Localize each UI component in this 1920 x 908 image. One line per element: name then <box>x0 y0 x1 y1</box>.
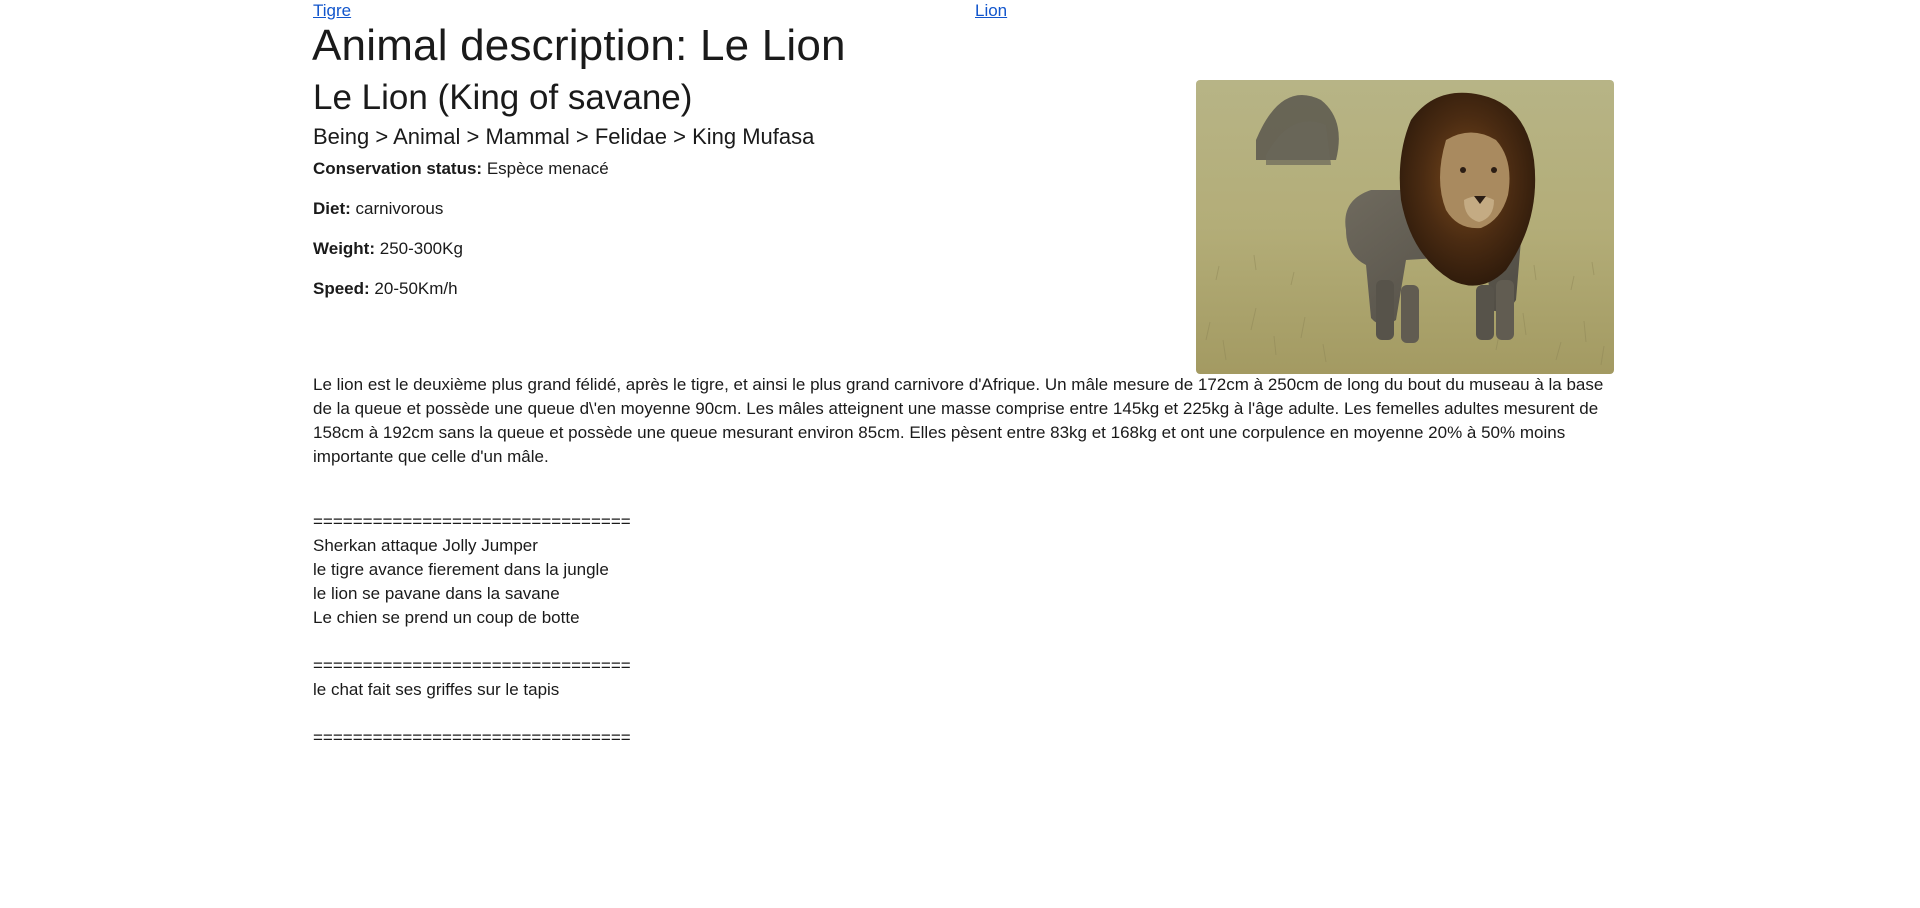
conservation-value: Espèce menacé <box>486 159 609 178</box>
conservation-status: Conservation status: Espèce menacé <box>313 158 609 180</box>
conservation-label: Conservation status: <box>313 159 483 178</box>
text-line: Sherkan attaque Jolly Jumper <box>313 536 538 555</box>
text-line: le tigre avance fierement dans la jungle <box>313 560 609 579</box>
animal-subtitle: Le Lion (King of savane) <box>313 78 693 117</box>
text-block-1: ================================ Sherkan… <box>313 510 631 630</box>
text-line: le lion se pavane dans la savane <box>313 584 560 603</box>
weight: Weight: 250-300Kg <box>313 238 463 260</box>
lion-description: Le lion est le deuxième plus grand félid… <box>313 375 1604 466</box>
diet: Diet: carnivorous <box>313 198 443 220</box>
speed: Speed: 20-50Km/h <box>313 278 458 300</box>
text-line: Le chien se prend un coup de botte <box>313 608 580 627</box>
separator-line: ================================ <box>313 656 631 675</box>
page-title: Animal description: Le Lion <box>312 21 846 70</box>
taxonomy-breadcrumb: Being > Animal > Mammal > Felidae > King… <box>313 124 815 149</box>
text-block-2: ================================ le chat… <box>313 654 631 702</box>
separator-line: ================================ <box>313 512 631 531</box>
separator-line: ================================ <box>313 728 631 747</box>
weight-value: 250-300Kg <box>379 239 463 258</box>
page: Tigre Lion Animal description: Le Lion L… <box>0 0 1920 908</box>
text-line: le chat fait ses griffes sur le tapis <box>313 680 560 699</box>
lion-link[interactable]: Lion <box>975 1 1007 21</box>
weight-label: Weight: <box>313 239 376 258</box>
diet-value: carnivorous <box>355 199 444 218</box>
lion-image <box>1196 80 1614 374</box>
diet-label: Diet: <box>313 199 351 218</box>
speed-value: 20-50Km/h <box>374 279 458 298</box>
text-block-3: ================================ <box>313 726 631 750</box>
speed-label: Speed: <box>313 279 370 298</box>
